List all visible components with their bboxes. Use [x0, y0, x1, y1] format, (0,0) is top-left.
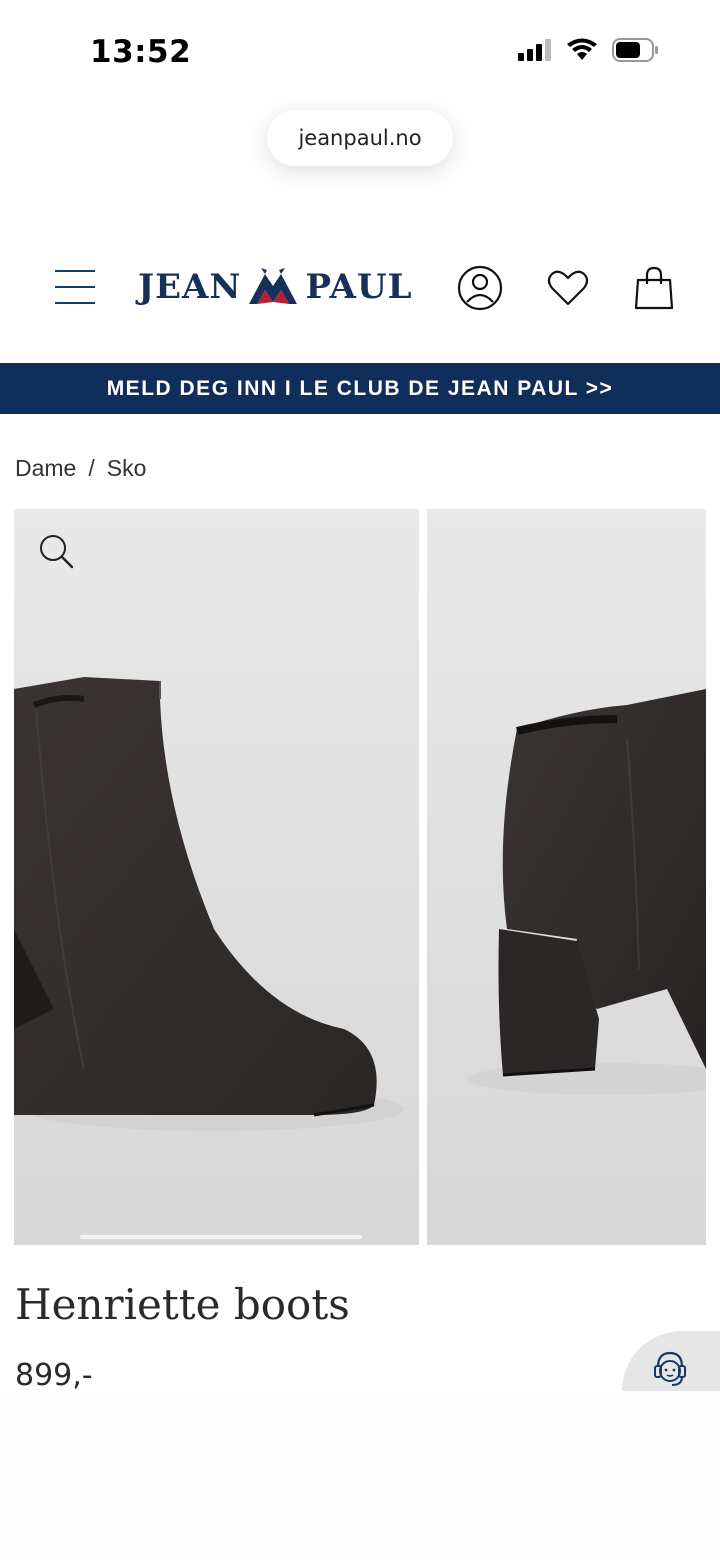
address-bar-url: jeanpaul.no: [298, 126, 422, 150]
status-time: 13:52: [90, 34, 192, 70]
boot-illustration-side: [467, 689, 706, 1095]
status-icons: [518, 38, 660, 62]
breadcrumb-item-dame[interactable]: Dame: [15, 455, 76, 482]
logo-text-left: JEAN: [138, 267, 242, 307]
club-signup-banner[interactable]: MELD DEG INN I LE CLUB DE JEAN PAUL >>: [0, 363, 720, 414]
boot-illustration-front: [14, 677, 404, 1131]
scrolled-content-fade: [0, 205, 720, 225]
signal-icon: [518, 39, 551, 61]
logo-flags-emblem: [249, 268, 298, 304]
customer-service-button[interactable]: [622, 1331, 720, 1391]
product-title: Henriette boots: [15, 1280, 350, 1329]
wifi-icon: [567, 38, 597, 60]
heart-icon[interactable]: [544, 264, 592, 312]
support-agent-icon: [654, 1351, 686, 1386]
status-bar: 13:52: [0, 0, 720, 100]
shopping-bag-icon[interactable]: [630, 264, 678, 312]
account-icon[interactable]: [456, 264, 504, 312]
battery-icon: [612, 38, 658, 62]
menu-icon[interactable]: [55, 270, 95, 304]
product-image-gallery[interactable]: [14, 509, 720, 1245]
logo-text-right: PAUL: [305, 267, 413, 307]
breadcrumb: Dame / Sko: [15, 455, 146, 482]
product-image-side[interactable]: [427, 509, 706, 1245]
address-bar[interactable]: jeanpaul.no: [267, 110, 453, 166]
club-signup-text: MELD DEG INN I LE CLUB DE JEAN PAUL >>: [106, 376, 614, 400]
breadcrumb-separator: /: [88, 455, 95, 481]
page-bottom-area: [0, 1392, 720, 1560]
product-image-front[interactable]: [14, 509, 419, 1245]
product-price: 899,-: [15, 1358, 93, 1393]
site-logo[interactable]: JEAN PAUL: [138, 262, 413, 312]
gallery-scroll-indicator: [80, 1235, 362, 1239]
site-header: JEAN PAUL: [0, 240, 720, 350]
zoom-icon[interactable]: [36, 531, 76, 571]
breadcrumb-item-sko[interactable]: Sko: [107, 455, 147, 482]
